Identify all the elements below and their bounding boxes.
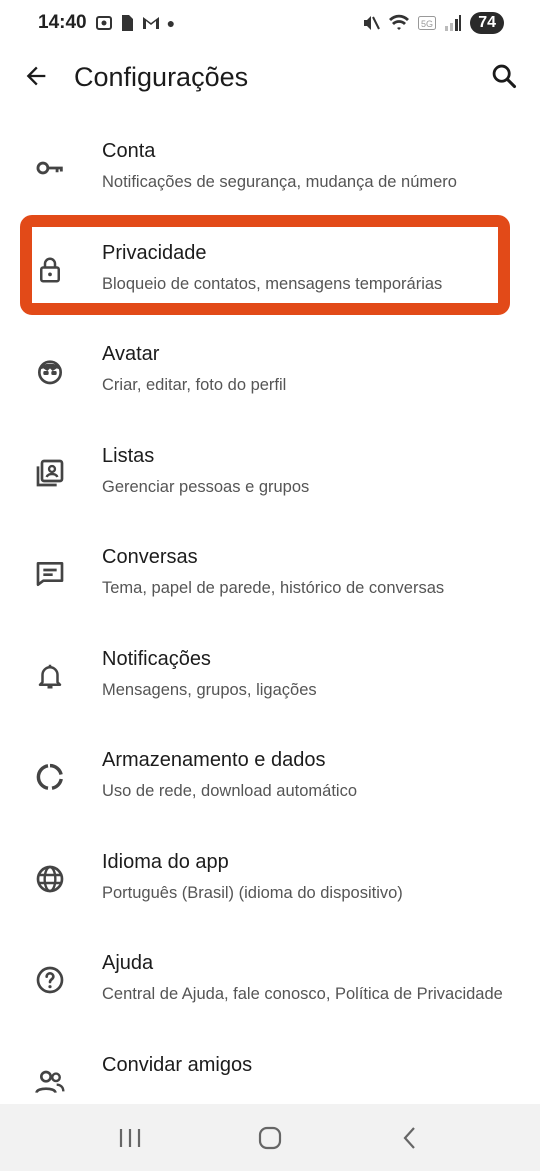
- recent-apps-button[interactable]: [100, 1113, 160, 1163]
- key-icon: [32, 150, 68, 186]
- system-back-button[interactable]: [380, 1113, 440, 1163]
- screenshot-icon: [95, 16, 112, 30]
- 5g-icon: 5G: [418, 16, 437, 30]
- svg-text:5G: 5G: [421, 19, 433, 29]
- search-button[interactable]: [486, 58, 522, 94]
- sim-card-icon: [121, 15, 133, 31]
- notification-dot-icon: ●: [166, 15, 176, 31]
- bell-icon: [32, 658, 68, 694]
- settings-item-label: Listas: [102, 444, 155, 467]
- settings-item-label: Avatar: [102, 343, 160, 365]
- home-button[interactable]: [240, 1113, 300, 1163]
- settings-item-description: Criar, editar, foto do perfil: [102, 376, 287, 394]
- home-icon: [258, 1126, 282, 1149]
- settings-item-description: Gerenciar pessoas e grupos: [102, 477, 310, 496]
- wifi-icon: [389, 14, 410, 30]
- settings-item-conta[interactable]: Conta Notificações de segurança, mudança…: [0, 116, 540, 218]
- settings-item-ajuda[interactable]: Ajuda Central de Ajuda, fale conosco, Po…: [0, 928, 540, 1030]
- page-title: Configurações: [74, 62, 249, 92]
- settings-item-listas[interactable]: Listas Gerenciar pessoas e grupos: [0, 421, 540, 523]
- settings-item-description: Central de Ajuda, fale conosco, Política…: [102, 985, 503, 1003]
- arrow-back-icon: [26, 66, 46, 86]
- settings-item-description: Notificações de segurança, mudança de nú…: [102, 173, 457, 191]
- settings-item-label: Privacidade: [102, 241, 207, 264]
- settings-item-description: Bloqueio de contatos, mensagens temporár…: [102, 274, 443, 293]
- settings-item-label: Notificações: [102, 647, 211, 670]
- storage-circle-icon: [32, 759, 68, 795]
- app-bar: Configurações: [0, 46, 540, 110]
- people-icon: [32, 1064, 68, 1100]
- battery-indicator: 74: [470, 12, 504, 34]
- settings-item-label: Armazenamento e dados: [102, 749, 326, 771]
- settings-item-description: Português (Brasil) (idioma do dispositiv…: [102, 883, 403, 902]
- settings-item-label: Ajuda: [102, 952, 154, 974]
- contact-list-icon: [32, 455, 68, 491]
- mute-icon: [364, 16, 381, 30]
- settings-item-label: Idioma do app: [102, 850, 229, 873]
- search-icon: [492, 64, 517, 89]
- settings-item-label: Conta: [102, 140, 156, 162]
- settings-item-idioma[interactable]: Idioma do app Português (Brasil) (idioma…: [0, 827, 540, 929]
- avatar-face-icon: [32, 353, 68, 389]
- recents-icon: [119, 1128, 141, 1147]
- settings-item-description: Tema, papel de parede, histórico de conv…: [102, 579, 445, 597]
- signal-icon: [445, 15, 462, 31]
- settings-item-conversas[interactable]: Conversas Tema, papel de parede, históri…: [0, 522, 540, 624]
- settings-item-armazenamento[interactable]: Armazenamento e dados Uso de rede, downl…: [0, 725, 540, 827]
- status-bar: 14:40 ● 5G 74: [0, 0, 540, 46]
- chat-icon: [32, 556, 68, 592]
- system-nav-bar: [0, 1104, 540, 1171]
- settings-item-label: Convidar amigos: [102, 1053, 253, 1076]
- back-button[interactable]: [18, 58, 54, 94]
- settings-item-notificacoes[interactable]: Notificações Mensagens, grupos, ligações: [0, 624, 540, 726]
- settings-item-description: Mensagens, grupos, ligações: [102, 680, 317, 699]
- settings-item-privacidade[interactable]: Privacidade Bloqueio de contatos, mensag…: [0, 218, 540, 320]
- gmail-icon: [142, 17, 159, 29]
- settings-list: Conta Notificações de segurança, mudança…: [0, 116, 540, 1131]
- lock-icon: [32, 252, 68, 288]
- chevron-left-icon: [403, 1126, 415, 1149]
- settings-item-avatar[interactable]: Avatar Criar, editar, foto do perfil: [0, 319, 540, 421]
- status-time: 14:40: [38, 12, 87, 33]
- help-icon: [32, 962, 68, 998]
- settings-item-label: Conversas: [102, 546, 198, 568]
- globe-icon: [32, 861, 68, 897]
- settings-item-description: Uso de rede, download automático: [102, 782, 357, 800]
